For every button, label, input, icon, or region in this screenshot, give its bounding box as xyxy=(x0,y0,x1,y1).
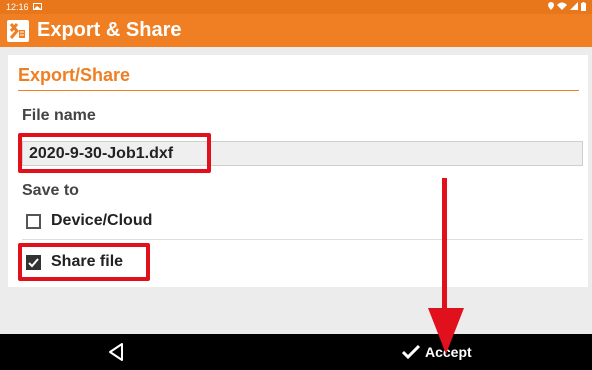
save-to-label: Save to xyxy=(22,182,79,199)
card-header: Export/Share xyxy=(18,65,579,91)
gallery-icon xyxy=(32,2,42,12)
status-bar: 12:16 xyxy=(0,0,592,14)
checkmark-icon xyxy=(402,345,420,359)
app-bar: Export & Share xyxy=(0,14,592,47)
arrow-annotation-icon xyxy=(428,178,464,354)
status-time: 12:16 xyxy=(6,2,29,12)
back-button[interactable] xyxy=(107,342,127,362)
file-name-highlight xyxy=(18,133,211,173)
divider xyxy=(22,239,583,240)
battery-icon xyxy=(581,1,586,13)
signal-icon xyxy=(570,2,578,12)
wifi-icon xyxy=(557,2,567,12)
file-name-label: File name xyxy=(22,107,96,124)
page-title: Export & Share xyxy=(37,19,182,41)
device-cloud-label: Device/Cloud xyxy=(51,212,153,229)
location-icon xyxy=(548,2,554,12)
nav-bar: Accept xyxy=(0,334,592,370)
back-triangle-icon xyxy=(109,343,123,361)
device-cloud-checkbox[interactable] xyxy=(26,213,41,229)
app-logo-icon xyxy=(7,19,29,42)
share-file-highlight xyxy=(18,243,150,281)
device-cloud-option[interactable]: Device/Cloud xyxy=(26,212,152,230)
